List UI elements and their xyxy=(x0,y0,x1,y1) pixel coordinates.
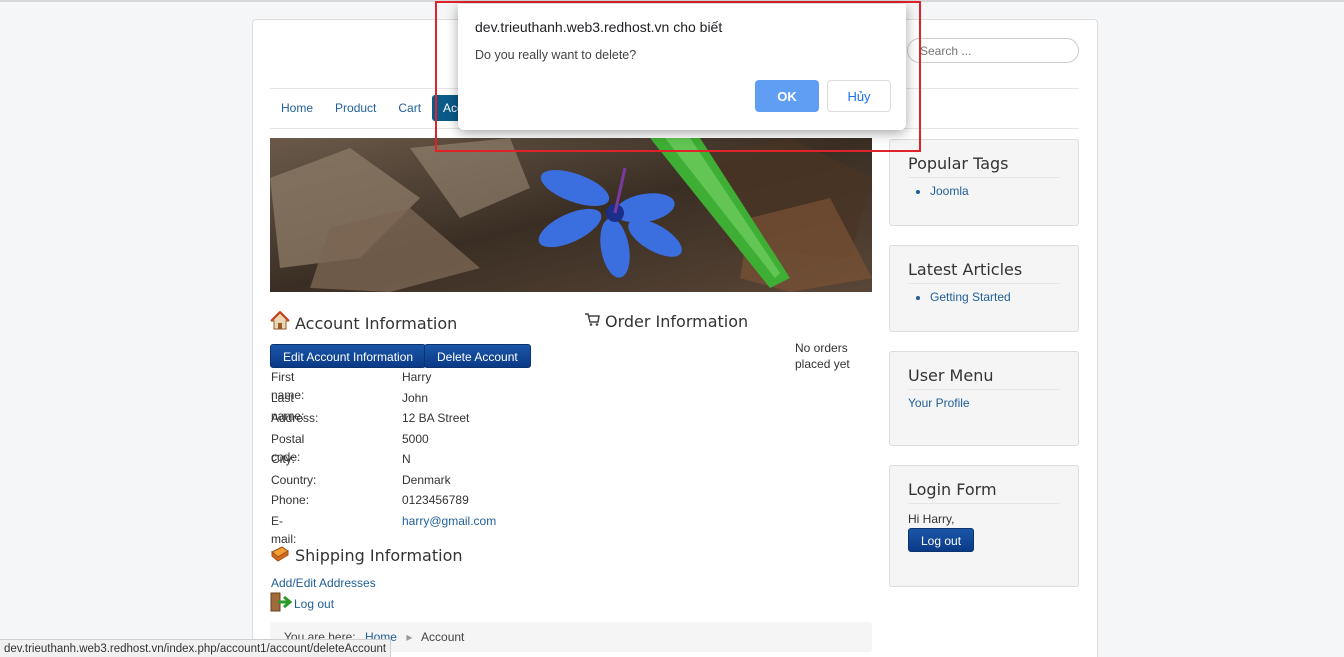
field-value: Denmark xyxy=(402,472,451,487)
nav-cart[interactable]: Cart xyxy=(387,95,432,121)
field-label: E-mail: xyxy=(271,513,297,546)
field-value: 5000 xyxy=(402,431,429,446)
delete-account-button[interactable]: Delete Account xyxy=(424,344,531,368)
field-label: Phone: xyxy=(271,493,310,507)
greeting-text: Hi Harry, xyxy=(908,512,955,526)
popular-tags-module: Popular Tags Joomla xyxy=(889,139,1079,226)
logout-icon xyxy=(270,592,293,615)
no-orders-text: No orders placed yet xyxy=(795,341,850,371)
nav-home[interactable]: Home xyxy=(270,95,324,121)
confirm-dialog: dev.trieuthanh.web3.redhost.vn cho biết … xyxy=(458,4,906,130)
login-form-module: Login Form Hi Harry, Log out xyxy=(889,465,1079,587)
login-form-title: Login Form xyxy=(908,480,1060,504)
breadcrumb-current: Account xyxy=(421,630,465,644)
field-value: 0123456789 xyxy=(402,493,469,507)
account-title-text: Account Information xyxy=(295,313,458,333)
field-label: Country: xyxy=(271,472,317,487)
field-value: 12 BA Street xyxy=(402,411,470,425)
user-menu-module: User Menu Your Profile xyxy=(889,351,1079,446)
breadcrumb-separator-icon: ▸ xyxy=(406,630,413,644)
edit-account-button[interactable]: Edit Account Information xyxy=(270,344,427,368)
your-profile-link[interactable]: Your Profile xyxy=(908,396,970,410)
nav-product[interactable]: Product xyxy=(324,95,387,121)
add-edit-addresses-link[interactable]: Add/Edit Addresses xyxy=(271,576,376,590)
field-label: City: xyxy=(271,452,295,466)
banner-image xyxy=(270,138,872,292)
account-section-title: Account Information xyxy=(270,310,458,335)
shipping-section-title: Shipping Information xyxy=(270,544,463,566)
book-icon xyxy=(270,544,290,566)
cart-icon xyxy=(584,311,600,331)
user-menu-title: User Menu xyxy=(908,366,1060,390)
field-label: Address: xyxy=(271,411,319,425)
status-bar-url: dev.trieuthanh.web3.redhost.vn/index.php… xyxy=(0,639,392,657)
logout-link-label: Log out xyxy=(294,596,335,611)
login-logout-button[interactable]: Log out xyxy=(908,528,975,552)
ok-button[interactable]: OK xyxy=(755,80,819,112)
dialog-title: dev.trieuthanh.web3.redhost.vn cho biết xyxy=(475,19,723,35)
tag-link[interactable]: Joomla xyxy=(930,184,969,198)
search-input[interactable] xyxy=(907,38,1079,63)
field-value: N xyxy=(402,452,411,466)
field-value: Harry xyxy=(402,370,432,384)
logout-link[interactable]: Log out xyxy=(270,592,334,615)
order-title-text: Order Information xyxy=(605,311,749,331)
article-link[interactable]: Getting Started xyxy=(930,290,1011,304)
dialog-message: Do you really want to delete? xyxy=(475,48,637,62)
order-section-title: Order Information xyxy=(584,311,748,331)
email-link[interactable]: harry@gmail.com xyxy=(402,512,496,530)
field-value: John xyxy=(402,390,429,405)
cancel-button[interactable]: Hủy xyxy=(827,80,891,112)
latest-articles-title: Latest Articles xyxy=(908,260,1060,284)
popular-tags-title: Popular Tags xyxy=(908,154,1060,178)
home-icon xyxy=(270,310,290,335)
latest-articles-module: Latest Articles Getting Started xyxy=(889,245,1079,332)
shipping-title-text: Shipping Information xyxy=(295,545,463,565)
